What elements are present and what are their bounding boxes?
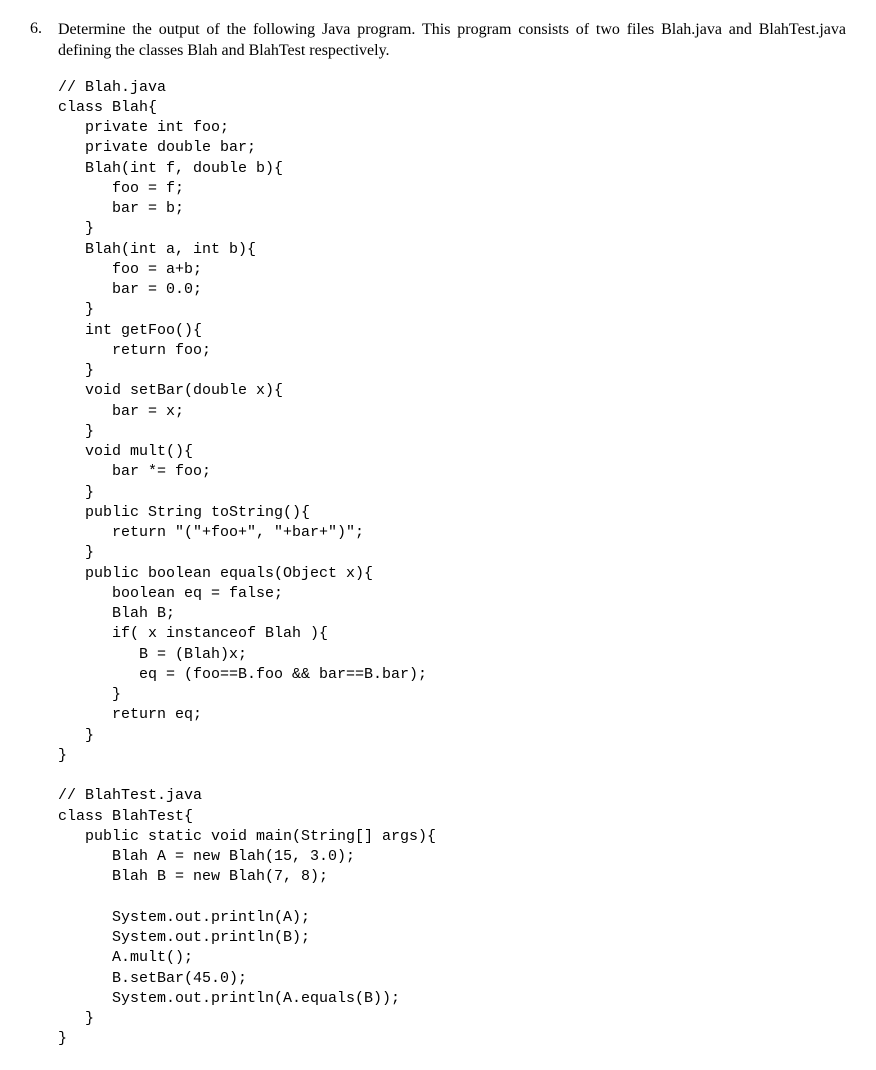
question-prompt: Determine the output of the following Ja… bbox=[58, 20, 846, 62]
question-container: 6. Determine the output of the following… bbox=[30, 20, 846, 1050]
code-listing: // Blah.java class Blah{ private int foo… bbox=[58, 78, 846, 1050]
question-number: 6. bbox=[30, 20, 48, 38]
question-content: Determine the output of the following Ja… bbox=[58, 20, 846, 1050]
